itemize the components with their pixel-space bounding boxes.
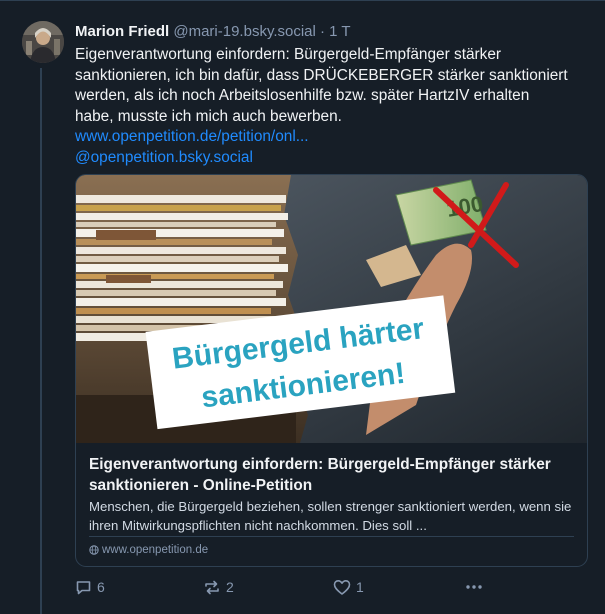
repost-button[interactable]: 2 — [203, 576, 234, 598]
author-handle[interactable]: @mari-19.bsky.social · 1 T — [173, 23, 350, 40]
card-description: Menschen, die Bürgergeld beziehen, solle… — [89, 499, 572, 533]
mention-link[interactable]: @openpetition.bsky.social — [75, 148, 555, 169]
avatar[interactable] — [22, 21, 64, 63]
card-title[interactable]: Eigenverantwortung einfordern: Bürgergel… — [89, 455, 569, 496]
globe-icon — [89, 545, 99, 555]
more-options-button[interactable] — [465, 576, 483, 598]
post-text: Eigenverantwortung einfordern: Bürgergel… — [75, 45, 568, 169]
post-header: Marion Friedl @mari-19.bsky.social · 1 T — [75, 22, 351, 42]
post-text-line: sanktionieren, ich bin dafür, dass DRÜCK… — [75, 66, 568, 84]
like-count: 1 — [356, 579, 364, 595]
thread-line — [40, 68, 42, 614]
post-actions: 6 2 1 — [75, 576, 495, 598]
repost-icon — [205, 580, 219, 594]
card-divider — [89, 536, 574, 537]
card-domain: www.openpetition.de — [89, 544, 208, 556]
repost-count: 2 — [226, 579, 234, 595]
post-text-line: habe, musste ich mich auch bewerben. — [75, 107, 342, 125]
post-text-line: werden, als ich noch Arbeitslosenhilfe b… — [75, 87, 530, 104]
reply-icon — [76, 580, 91, 594]
petition-link[interactable]: www.openpetition.de/petition/onl... — [75, 127, 555, 148]
post-text-line: Eigenverantwortung einfordern: Bürgergel… — [75, 46, 502, 63]
reply-count: 6 — [97, 579, 105, 595]
card-image: 100 Bürgergeld härter sanktionieren! — [76, 175, 587, 443]
more-icon — [466, 585, 482, 589]
like-button[interactable]: 1 — [333, 576, 364, 598]
top-divider — [0, 0, 605, 1]
card-domain-text: www.openpetition.de — [102, 544, 209, 556]
heart-icon — [333, 579, 351, 595]
link-preview-card[interactable]: 100 Bürgergeld härter sanktionieren! Eig… — [75, 174, 588, 567]
author-name[interactable]: Marion Friedl — [75, 23, 169, 40]
reply-button[interactable]: 6 — [75, 576, 105, 598]
avatar-image — [22, 21, 64, 63]
